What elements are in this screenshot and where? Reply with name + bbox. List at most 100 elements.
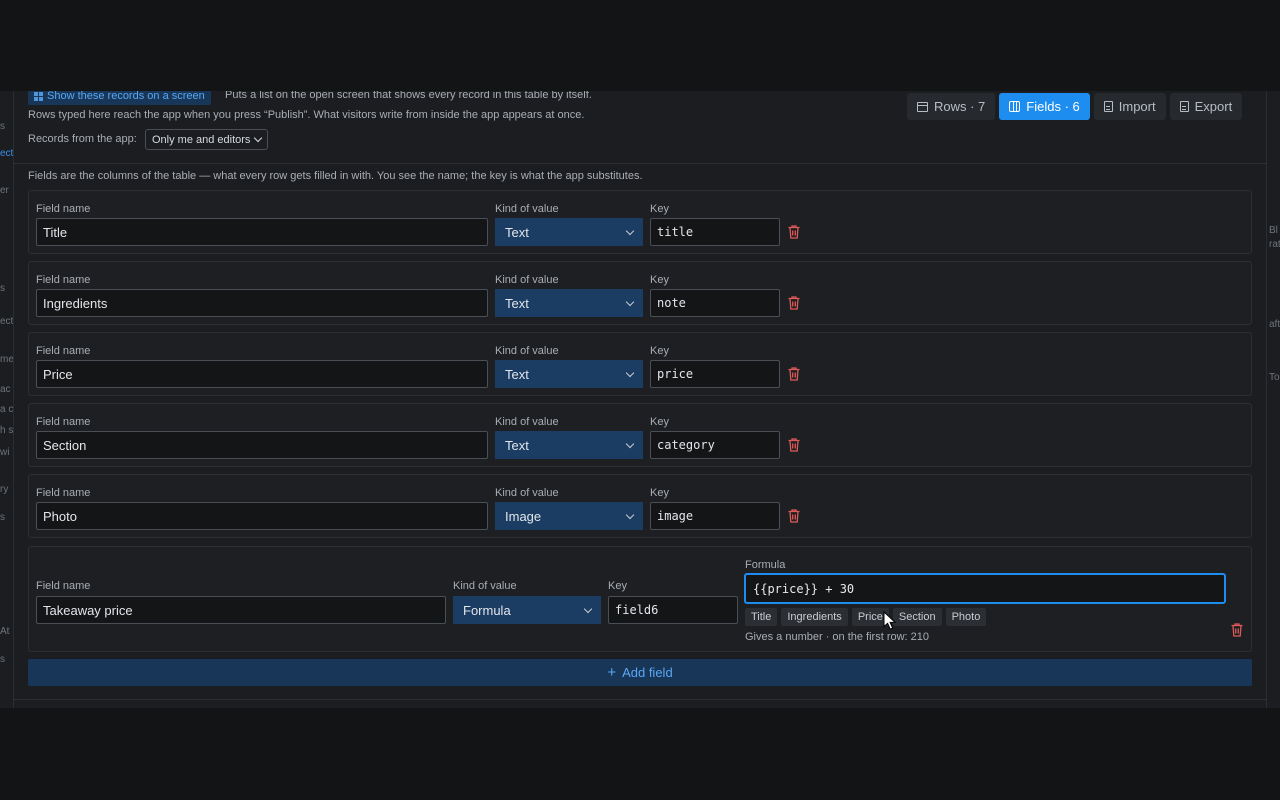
kind-select[interactable]: Text — [495, 218, 643, 246]
gutter-text: Bl — [1269, 225, 1278, 236]
chip-section[interactable]: Section — [892, 608, 942, 626]
kind-label: Kind of value — [495, 487, 559, 499]
mouse-pointer-icon — [883, 611, 897, 630]
key-input[interactable]: note — [650, 289, 780, 317]
add-field-label: Add field — [622, 665, 673, 680]
video-letterbox-bottom — [0, 708, 1280, 800]
records-from-app-value: Only me and editors — [152, 133, 251, 146]
tab-label: Fields · 6 — [1026, 99, 1080, 114]
gutter-text: s — [0, 654, 5, 665]
section-divider — [14, 699, 1266, 700]
key-label: Key — [608, 580, 627, 592]
kind-label: Kind of value — [453, 580, 517, 592]
table-fields-panel: Show these records on a screen Puts a li… — [14, 91, 1266, 708]
plus-icon: + — [607, 664, 617, 681]
key-input[interactable]: price — [650, 360, 780, 388]
gutter-text: wi — [0, 447, 10, 458]
field-name-input[interactable]: Section — [36, 431, 488, 459]
key-label: Key — [650, 274, 669, 286]
table-icon — [917, 101, 928, 112]
gutter-text: s — [0, 512, 5, 523]
kind-select[interactable]: Formula — [453, 596, 601, 624]
key-input[interactable]: title — [650, 218, 780, 246]
trash-icon[interactable] — [787, 224, 801, 240]
chevron-down-icon — [625, 297, 635, 306]
kind-select[interactable]: Text — [495, 431, 643, 459]
kind-select[interactable]: Text — [495, 289, 643, 317]
field-name-label: Field name — [36, 345, 91, 357]
trash-icon[interactable] — [1230, 622, 1244, 638]
tab-label: Export — [1194, 99, 1233, 114]
section-divider — [14, 163, 1266, 164]
left-sidebar-clipped: s ect er s ect me ac a c h s wi ry s At … — [0, 91, 14, 708]
gutter-text: rat — [1269, 239, 1280, 250]
records-from-app-select[interactable]: Only me and editors — [145, 129, 269, 150]
gutter-text: a c — [0, 404, 14, 415]
field-row: Field name Price Kind of value Text Key … — [28, 332, 1252, 396]
kind-value: Text — [505, 366, 529, 382]
show-records-description: Puts a list on the open screen that show… — [225, 91, 592, 101]
field-name-input[interactable]: Ingredients — [36, 289, 488, 317]
gutter-text: s — [0, 121, 5, 132]
field-row: Field name Section Kind of value Text Ke… — [28, 403, 1252, 467]
field-row: Field name Photo Kind of value Image Key… — [28, 474, 1252, 538]
chevron-down-icon — [625, 439, 635, 448]
gutter-text[interactable]: ect — [0, 148, 13, 159]
kind-value: Text — [505, 437, 529, 453]
kind-label: Kind of value — [495, 345, 559, 357]
kind-label: Kind of value — [495, 416, 559, 428]
gutter-text: me — [0, 354, 14, 365]
field-name-input[interactable]: Price — [36, 360, 488, 388]
kind-label: Kind of value — [495, 203, 559, 215]
chip-title[interactable]: Title — [745, 608, 778, 626]
app-window: s ect er s ect me ac a c h s wi ry s At … — [0, 91, 1280, 708]
tab-export[interactable]: Export — [1169, 93, 1243, 120]
chevron-down-icon — [625, 368, 635, 377]
field-name-input[interactable]: Takeaway price — [36, 596, 446, 624]
tab-import[interactable]: Import — [1093, 93, 1166, 120]
gutter-text: h s — [0, 425, 14, 436]
gutter-text: To — [1269, 372, 1280, 383]
key-input[interactable]: image — [650, 502, 780, 530]
trash-icon[interactable] — [787, 437, 801, 453]
field-name-input[interactable]: Title — [36, 218, 488, 246]
field-name-label: Field name — [36, 274, 91, 286]
fields-intro-text: Fields are the columns of the table — wh… — [28, 170, 643, 182]
file-import-icon — [1103, 101, 1113, 112]
formula-input[interactable]: {{price}} + 30 — [744, 573, 1226, 604]
kind-value: Formula — [463, 602, 511, 618]
key-label: Key — [650, 345, 669, 357]
key-label: Key — [650, 203, 669, 215]
chevron-down-icon — [254, 133, 263, 143]
records-from-app-label: Records from the app: — [28, 133, 137, 145]
kind-select[interactable]: Text — [495, 360, 643, 388]
field-name-label: Field name — [36, 203, 91, 215]
tab-rows[interactable]: Rows · 7 — [907, 93, 996, 120]
chip-ingredients[interactable]: Ingredients — [781, 608, 848, 626]
kind-value: Text — [505, 224, 529, 240]
trash-icon[interactable] — [787, 508, 801, 524]
field-name-label: Field name — [36, 416, 91, 428]
tab-fields[interactable]: Fields · 6 — [999, 93, 1090, 120]
key-input[interactable]: field6 — [608, 596, 738, 624]
gutter-text: ry — [0, 484, 9, 495]
kind-value: Text — [505, 295, 529, 311]
field-row: Field name Ingredients Kind of value Tex… — [28, 261, 1252, 325]
chevron-down-icon — [583, 604, 593, 613]
field-name-label: Field name — [36, 487, 91, 499]
field-row: Field name Title Kind of value Text Key … — [28, 190, 1252, 254]
kind-select[interactable]: Image — [495, 502, 643, 530]
formula-label: Formula — [745, 559, 786, 571]
tab-label: Rows · 7 — [934, 99, 986, 114]
field-name-input[interactable]: Photo — [36, 502, 488, 530]
key-label: Key — [650, 487, 669, 499]
chip-photo[interactable]: Photo — [945, 608, 987, 626]
show-records-button[interactable]: Show these records on a screen — [28, 91, 211, 105]
tab-label: Import — [1118, 99, 1156, 114]
add-field-button[interactable]: + Add field — [28, 659, 1252, 686]
video-letterbox-top — [0, 0, 1280, 91]
kind-label: Kind of value — [495, 274, 559, 286]
key-input[interactable]: category — [650, 431, 780, 459]
trash-icon[interactable] — [787, 295, 801, 311]
trash-icon[interactable] — [787, 366, 801, 382]
